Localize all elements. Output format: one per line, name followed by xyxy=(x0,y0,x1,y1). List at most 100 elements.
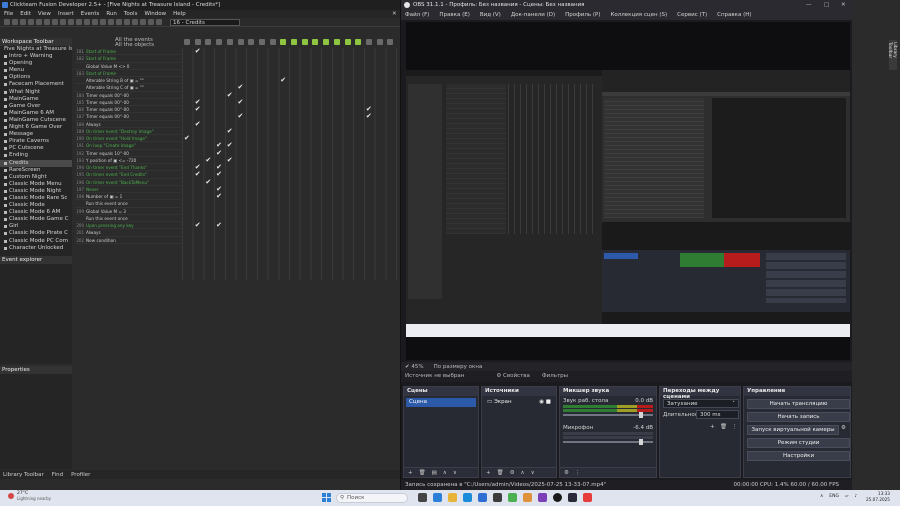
scene-filter-icon[interactable]: ▤ xyxy=(432,470,437,476)
toolbar-button-icon[interactable] xyxy=(132,19,138,25)
object-column-icon[interactable] xyxy=(205,39,212,45)
action-check-icon[interactable]: ✔ xyxy=(216,193,222,200)
transition-type-select[interactable]: Затухание ˅ xyxy=(663,399,739,408)
maximize-icon[interactable]: □ xyxy=(824,2,829,8)
minimize-icon[interactable]: — xyxy=(806,2,812,8)
tree-item-frame[interactable]: Night 6 Game Over xyxy=(0,124,72,131)
start-button[interactable] xyxy=(322,493,331,502)
tree-root-app[interactable]: Five Nights at Treasure Is xyxy=(0,46,72,53)
action-check-icon[interactable]: ✔ xyxy=(227,142,233,149)
file-explorer-icon[interactable] xyxy=(448,493,457,502)
action-check-icon[interactable]: ✔ xyxy=(238,113,244,120)
remove-source-icon[interactable]: 🗑 xyxy=(497,470,504,476)
action-check-icon[interactable]: ✔ xyxy=(184,135,190,142)
toolbar-button-icon[interactable] xyxy=(12,19,18,25)
tree-item-frame[interactable]: Character Unlocked xyxy=(0,245,72,252)
event-grid[interactable]: ✔ ✔ ✔ ✔ ✔ ✔ ✔ ✔ ✔ ✔ ✔ ✔ ✔ ✔ ✔ ✔ ✔ ✔ ✔ ✔ ✔ ✔ ✔ ✔ ✔ ✔ ✔ xyxy=(182,48,397,280)
add-scene-icon[interactable]: + xyxy=(408,470,413,476)
event-row[interactable]: 187 Timer equals 00''-00 xyxy=(75,113,181,121)
scene-item[interactable]: Сцена xyxy=(406,398,476,407)
toolbar-button-icon[interactable] xyxy=(76,19,82,25)
object-column-icon[interactable] xyxy=(269,39,276,45)
tree-item-frame[interactable]: Classic Mode Menu xyxy=(0,181,72,188)
event-row[interactable]: 190 On timer event "Hold Image" xyxy=(75,135,181,143)
tree-item-frame[interactable]: MainGame 6 AM xyxy=(0,110,72,117)
obs-preview[interactable] xyxy=(406,22,850,360)
event-row[interactable]: Run this event once xyxy=(75,200,181,208)
transition-menu-icon[interactable]: ⋮ xyxy=(732,424,738,430)
action-check-icon[interactable]: ✔ xyxy=(227,156,233,164)
close-icon[interactable]: ✕ xyxy=(841,2,846,8)
source-settings-icon[interactable]: ⚙ xyxy=(510,470,515,476)
action-check-icon[interactable]: ✔ xyxy=(205,156,211,164)
event-row[interactable]: 197 Never xyxy=(75,186,181,193)
ctf-menu-item[interactable]: Run xyxy=(106,11,117,18)
event-row[interactable]: 198 Number of ▣ = 1 xyxy=(75,193,181,201)
studio-mode-button[interactable]: Режим студии xyxy=(747,438,850,448)
event-row[interactable]: Alterable String C of ▣ = "" xyxy=(75,84,181,92)
tree-item-frame[interactable]: Message xyxy=(0,131,72,138)
ctf-menu-item[interactable]: Tools xyxy=(124,11,138,18)
app-icon-5[interactable] xyxy=(538,493,547,502)
mixer-settings-icon[interactable]: ⚙ xyxy=(564,470,569,476)
object-column-icon[interactable] xyxy=(184,39,190,45)
tree-item-frame[interactable]: Classic Mode Game C xyxy=(0,216,72,223)
tray-chevron-icon[interactable]: ∧ xyxy=(820,494,823,499)
properties-button[interactable]: ⚙ Свойства xyxy=(496,373,530,380)
action-check-icon[interactable]: ✔ xyxy=(366,113,372,120)
action-check-icon[interactable]: ✔ xyxy=(195,120,201,128)
toolbar-button-icon[interactable] xyxy=(148,19,154,25)
language-indicator[interactable]: ENG xyxy=(829,494,839,499)
toolbar-button-icon[interactable] xyxy=(4,19,10,25)
tab-find[interactable]: Find xyxy=(52,472,63,478)
desktop-volume-slider[interactable] xyxy=(563,412,653,418)
settings-button[interactable]: Настройки xyxy=(747,451,850,461)
store-icon[interactable] xyxy=(478,493,487,502)
library-toolbar-tab[interactable]: Library Toolbar xyxy=(887,40,897,70)
event-row[interactable]: 182 Start of Frame xyxy=(75,55,181,63)
toolbar-button-icon[interactable] xyxy=(100,19,106,25)
object-column-icon[interactable] xyxy=(194,39,201,45)
tree-item-frame[interactable]: Credits xyxy=(0,159,72,167)
tree-item-frame[interactable]: PC Cutscene xyxy=(0,145,72,152)
add-source-icon[interactable]: + xyxy=(486,470,491,476)
tree-item-frame[interactable]: Opening xyxy=(0,60,72,67)
edge-icon[interactable] xyxy=(463,493,472,502)
tree-item-frame[interactable]: Classic Mode xyxy=(0,202,72,209)
add-transition-icon[interactable]: + xyxy=(710,424,715,430)
obs-menu-item[interactable]: Вид (V) xyxy=(480,12,501,20)
object-column-icon[interactable] xyxy=(258,39,265,45)
remove-scene-icon[interactable]: 🗑 xyxy=(419,470,426,476)
app-icon-2[interactable] xyxy=(493,493,502,502)
ctf-menu-item[interactable]: Window xyxy=(144,11,166,18)
object-column-icon[interactable] xyxy=(387,39,394,45)
task-view-icon[interactable] xyxy=(418,493,427,502)
weather-widget[interactable]: 27°C Lightning nearby xyxy=(17,491,51,501)
start-recording-button[interactable]: Начать запись xyxy=(747,412,850,422)
tree-item-frame[interactable]: RareScreen xyxy=(0,167,72,174)
event-row[interactable]: 192 Timer equals 10''-00 xyxy=(75,150,181,157)
fit-to-window[interactable]: По размеру окна xyxy=(434,364,483,370)
event-row[interactable]: 200 Upon pressing any key xyxy=(75,222,181,230)
ctf-menu-item[interactable]: Insert xyxy=(58,11,74,18)
filters-button[interactable]: Фильтры xyxy=(542,373,568,380)
tree-item-frame[interactable]: MainGame Cutscene xyxy=(0,117,72,124)
action-check-icon[interactable]: ✔ xyxy=(216,171,222,178)
tree-item-frame[interactable]: Custom Night xyxy=(0,174,72,181)
start-virtual-camera-button[interactable]: Запуск виртуальной камеры xyxy=(747,425,839,435)
mic-volume-slider[interactable] xyxy=(563,439,653,445)
tree-item-frame[interactable]: Facecam Placement xyxy=(0,81,72,88)
tree-item-frame[interactable]: What Night xyxy=(0,89,72,96)
object-column-icon[interactable] xyxy=(226,39,233,45)
toolbar-button-icon[interactable] xyxy=(36,19,42,25)
toolbar-button-icon[interactable] xyxy=(84,19,90,25)
toolbar-button-icon[interactable] xyxy=(44,19,50,25)
action-check-icon[interactable]: ✔ xyxy=(195,48,201,55)
duration-input[interactable]: 300 ms xyxy=(696,410,739,419)
frame-select[interactable]: 16 - Credits xyxy=(170,19,240,26)
obs-menu-item[interactable]: Док-панели (D) xyxy=(511,12,555,20)
source-up-icon[interactable]: ∧ xyxy=(521,470,525,476)
obs-taskbar-icon[interactable] xyxy=(553,493,562,502)
obs-menu-item[interactable]: Правка (E) xyxy=(439,12,469,20)
tree-item-frame[interactable]: Classic Mode 6 AM xyxy=(0,209,72,216)
